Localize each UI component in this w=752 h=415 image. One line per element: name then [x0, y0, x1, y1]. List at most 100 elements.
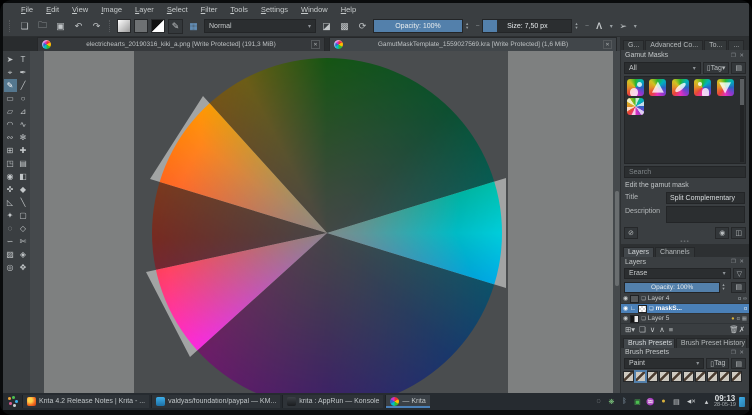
measure-tool[interactable]: ╲	[17, 196, 30, 209]
opacity-decrement[interactable]: –	[476, 23, 479, 29]
layer-row-layer-5[interactable]: ◉ ❏ Layer 5 ● α ▦	[621, 314, 749, 324]
menu-view[interactable]: View	[66, 4, 94, 15]
menu-select[interactable]: Select	[161, 4, 194, 15]
mask-list-scrollbar[interactable]	[740, 78, 744, 162]
brush-display-mode-button[interactable]: ▤	[731, 358, 746, 369]
transform-tool[interactable]: ⊞	[4, 144, 17, 157]
save-mask-button[interactable]: ◫	[731, 226, 746, 239]
docker-float-close-icons[interactable]: ❐ ✕	[731, 259, 745, 265]
pattern-edit-tool[interactable]: ◧	[17, 170, 30, 183]
size-decrement[interactable]: –	[585, 23, 588, 29]
size-spinner[interactable]: ▴ ▾	[575, 21, 582, 30]
rectangle-tool[interactable]: ▭	[4, 92, 17, 105]
mask-description-input[interactable]	[666, 206, 745, 223]
eraser-mode-button[interactable]: ◪	[319, 19, 334, 34]
volume-muted-icon[interactable]: ◀✕	[685, 399, 698, 405]
polyline-tool[interactable]: ⊿	[17, 105, 30, 118]
delete-layer-button[interactable]: 🗑︎✗	[729, 325, 745, 334]
tag-button[interactable]: ▯ Tag ▾	[702, 62, 730, 74]
bezier-select-tool[interactable]: ◈	[17, 248, 30, 261]
menu-window[interactable]: Window	[295, 4, 334, 15]
menu-file[interactable]: File	[15, 4, 39, 15]
undo-button[interactable]: ↶	[71, 19, 86, 34]
taskbar-item-kmail[interactable]: valdyas/foundation/paypal — KM...	[151, 395, 281, 408]
display-icon[interactable]: ▣	[633, 398, 642, 406]
menu-image[interactable]: Image	[95, 4, 128, 15]
brush-presets-grid-icon[interactable]: ▦	[186, 19, 201, 34]
canvas-vertical-scrollbar[interactable]	[615, 191, 619, 286]
menu-filter[interactable]: Filter	[195, 4, 224, 15]
mirror-horizontal-icon[interactable]: Λ	[592, 19, 607, 34]
crop-tool[interactable]: ◳	[4, 157, 17, 170]
polygon-select-tool[interactable]: ◇	[17, 222, 30, 235]
layer-visibility-icon[interactable]: ◉	[623, 305, 628, 312]
brush-preset-1[interactable]	[623, 371, 634, 382]
brush-preset-8[interactable]	[707, 371, 718, 382]
multibrush-tool[interactable]: ✻	[17, 131, 30, 144]
reference-images-tool[interactable]: ✦	[4, 209, 17, 222]
color-sampler-tool[interactable]: ◉	[4, 170, 17, 183]
wrap-dropdown-arrow[interactable]: ▾	[634, 23, 637, 30]
layer-visibility-icon[interactable]: ◉	[623, 315, 628, 322]
gradient-tool[interactable]: ▤	[17, 157, 30, 170]
taskbar-item-krita[interactable]: — Krita	[385, 395, 430, 408]
tab-brush-preset-history[interactable]: Brush Preset History	[675, 338, 747, 348]
mask-pinwheel[interactable]	[627, 98, 644, 115]
docker-tab-advanced-co-[interactable]: Advanced Co...	[645, 40, 704, 50]
close-tab-icon[interactable]: ✕	[311, 40, 320, 49]
preview-mask-button[interactable]: ◉	[715, 226, 730, 239]
pattern-swatch[interactable]	[134, 19, 148, 33]
opacity-spinner[interactable]: ▴ ▾	[466, 21, 473, 30]
brush-preset-3[interactable]	[647, 371, 658, 382]
brush-tag-button[interactable]: ▯ Tag	[706, 358, 730, 369]
layer-visibility-icon[interactable]: ◉	[623, 295, 628, 302]
layer-row-layer-4[interactable]: ◉ ❏ Layer 4 α ∞	[621, 294, 749, 304]
freehand-brush-tool[interactable]: ✎	[3, 79, 17, 92]
ellipse-select-tool[interactable]: ◌	[4, 222, 17, 235]
mask-triangle[interactable]	[649, 79, 667, 96]
clock[interactable]: 09:13 28-05-19	[714, 394, 736, 409]
tab-layers[interactable]: Layers	[623, 247, 655, 257]
tab-brush-presets[interactable]: Brush Presets	[623, 338, 675, 348]
layer-opacity-slider[interactable]: Opacity: 100%	[624, 281, 721, 293]
fill-tool[interactable]: ◆	[17, 183, 30, 196]
brush-preset-6[interactable]	[683, 371, 694, 382]
ellipse-tool[interactable]: ○	[17, 92, 30, 105]
zoom-tool[interactable]: ◎	[4, 261, 17, 274]
docker-tab--[interactable]: ...	[728, 40, 745, 50]
dynamic-brush-tool[interactable]: ∾	[4, 131, 17, 144]
lock-icon[interactable]: ●	[659, 398, 668, 405]
status-circle-icon[interactable]: ◌	[594, 398, 603, 405]
calligraphy-tool[interactable]: ✒	[17, 66, 30, 79]
move-layer-down-button[interactable]: ∨	[650, 325, 656, 334]
brush-filter-select[interactable]: Paint	[624, 358, 705, 369]
move-layer-up-button[interactable]: ∧	[659, 325, 665, 334]
open-document-button[interactable]: 🗀	[35, 19, 50, 34]
docker-tab-to-[interactable]: To...	[704, 40, 728, 50]
tab-channels[interactable]: Channels	[655, 247, 695, 257]
tray-expand-icon[interactable]: ▴	[702, 398, 711, 406]
mask-filter-select[interactable]: All	[624, 62, 701, 74]
clipboard-icon[interactable]: ▤	[672, 398, 681, 406]
assistants-tool[interactable]: ◺	[4, 196, 17, 209]
similar-select-tool[interactable]: ▨	[4, 248, 17, 261]
menu-layer[interactable]: Layer	[129, 4, 160, 15]
save-button[interactable]: ▣	[53, 19, 68, 34]
gradient-swatch[interactable]	[117, 19, 131, 33]
reload-preset-button[interactable]: ⟳	[355, 19, 370, 34]
show-desktop-widget[interactable]	[739, 396, 745, 407]
opacity-slider[interactable]: Opacity: 100%	[373, 19, 463, 33]
docker-tab-g-[interactable]: G...	[623, 40, 645, 50]
brush-preset-10[interactable]	[731, 371, 742, 382]
document-tab-1[interactable]: electrichearts_20190316_kiki_a.png [Writ…	[37, 37, 325, 51]
menu-help[interactable]: Help	[335, 4, 362, 15]
mask-lens[interactable]	[671, 79, 689, 96]
cancel-mask-edit-button[interactable]: ⊘	[624, 226, 638, 239]
app-launcher-icon[interactable]	[7, 395, 19, 408]
duplicate-layer-button[interactable]: ❏	[639, 325, 646, 334]
wrap-around-icon[interactable]: ➢	[616, 19, 631, 34]
bluetooth-icon[interactable]: ᛒ	[620, 398, 629, 405]
preserve-alpha-button[interactable]: ▩	[337, 19, 352, 34]
line-tool[interactable]: ╱	[17, 79, 30, 92]
layer-view-options-button[interactable]: ▤	[731, 281, 746, 293]
